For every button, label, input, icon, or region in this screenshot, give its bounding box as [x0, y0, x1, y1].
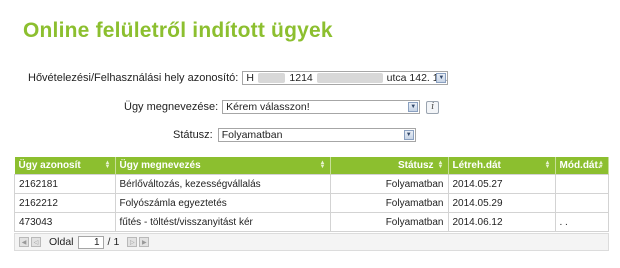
location-row: Hővételezési/Felhasználási hely azonosít… — [28, 70, 449, 86]
sort-icon[interactable]: ▲ ▼ — [320, 160, 326, 170]
location-label: Hővételezési/Felhasználási hely azonosít… — [28, 72, 239, 84]
redacted-block — [316, 73, 383, 83]
case-name-select[interactable]: Kérem válasszon! ▼ — [222, 100, 421, 114]
column-header-status[interactable]: Státusz ▲ ▼ — [330, 157, 449, 175]
cell-id: 473043 — [14, 212, 116, 232]
cell-created: 2014.05.29 — [447, 193, 556, 213]
chevron-down-icon[interactable]: ▼ — [403, 130, 414, 140]
case-name-label: Ügy megnevezése: — [124, 101, 219, 113]
status-value: Folyamatban — [221, 129, 283, 141]
case-name-row: Ügy megnevezése: Kérem válasszon! ▼ i — [124, 99, 440, 115]
pager: ◀ ◁ Oldal 1 / 1 ▷ ▶ — [14, 233, 609, 251]
cell-created: 2014.05.27 — [447, 174, 556, 194]
table-row[interactable]: 2162212 Folyószámla egyeztetés Folyamatb… — [14, 193, 609, 213]
cell-name: Bérlőváltozás, kezességvállalás — [114, 174, 331, 194]
redacted-block — [257, 73, 286, 83]
case-name-value: Kérem válasszon! — [226, 101, 310, 113]
next-page-icon[interactable]: ▷ — [127, 237, 138, 247]
column-header-modified[interactable]: Mód.dát. ▲ ▼ — [555, 157, 609, 175]
sort-icon[interactable]: ▲ ▼ — [438, 160, 444, 170]
location-value-number: 1214 — [289, 72, 313, 84]
location-value-prefix: H — [246, 72, 254, 84]
prev-page-icon[interactable]: ◁ — [31, 237, 41, 247]
sort-icon[interactable]: ▲ ▼ — [105, 160, 111, 170]
column-header-created[interactable]: Létreh.dát ▲ ▼ — [448, 157, 556, 175]
chevron-down-icon[interactable]: ▼ — [408, 102, 419, 112]
first-page-icon[interactable]: ◀ — [19, 237, 29, 247]
pager-total: 1 — [113, 236, 120, 248]
sort-icon[interactable]: ▲ ▼ — [545, 160, 551, 170]
table-row[interactable]: 473043 fűtés - töltést/visszanyitást kér… — [14, 212, 609, 232]
status-row: Státusz: Folyamatban ▼ — [173, 127, 416, 143]
table-row[interactable]: 2162181 Bérlőváltozás, kezességvállalás … — [14, 174, 609, 194]
cell-id: 2162181 — [14, 174, 116, 194]
page-number-input[interactable]: 1 — [77, 235, 104, 249]
cell-modified — [554, 193, 609, 213]
page-title: Online felületről indított ügyek — [23, 19, 333, 42]
pager-separator: / — [107, 236, 111, 248]
cell-name: Folyószámla egyeztetés — [114, 193, 331, 213]
pager-label: Oldal — [49, 236, 74, 248]
column-header-name[interactable]: Ügy megnevezés ▲ ▼ — [115, 157, 331, 175]
column-header-id[interactable]: Ügy azonosít ▲ ▼ — [14, 157, 116, 175]
cell-id: 2162212 — [14, 193, 116, 213]
cell-modified: . . — [554, 212, 609, 232]
cell-status: Folyamatban — [329, 174, 449, 194]
info-icon[interactable]: i — [426, 100, 440, 114]
location-select[interactable]: H 1214 utca 142. 10. ▼ — [242, 71, 449, 85]
cases-table: Ügy azonosít ▲ ▼ Ügy megnevezés ▲ ▼ Státusz ▲… — [14, 157, 609, 232]
cell-created: 2014.06.12 — [447, 212, 556, 232]
table-header-row: Ügy azonosít ▲ ▼ Ügy megnevezés ▲ ▼ Státusz ▲… — [14, 157, 609, 175]
sort-icon[interactable]: ▲ ▼ — [598, 160, 604, 170]
status-label: Státusz: — [173, 129, 213, 141]
status-select[interactable]: Folyamatban ▼ — [217, 128, 416, 142]
cell-status: Folyamatban — [329, 193, 449, 213]
last-page-icon[interactable]: ▶ — [139, 237, 150, 247]
cell-name: fűtés - töltést/visszanyitást kér — [114, 212, 331, 232]
cell-status: Folyamatban — [329, 212, 449, 232]
cell-modified — [554, 174, 609, 194]
chevron-down-icon[interactable]: ▼ — [436, 73, 447, 83]
